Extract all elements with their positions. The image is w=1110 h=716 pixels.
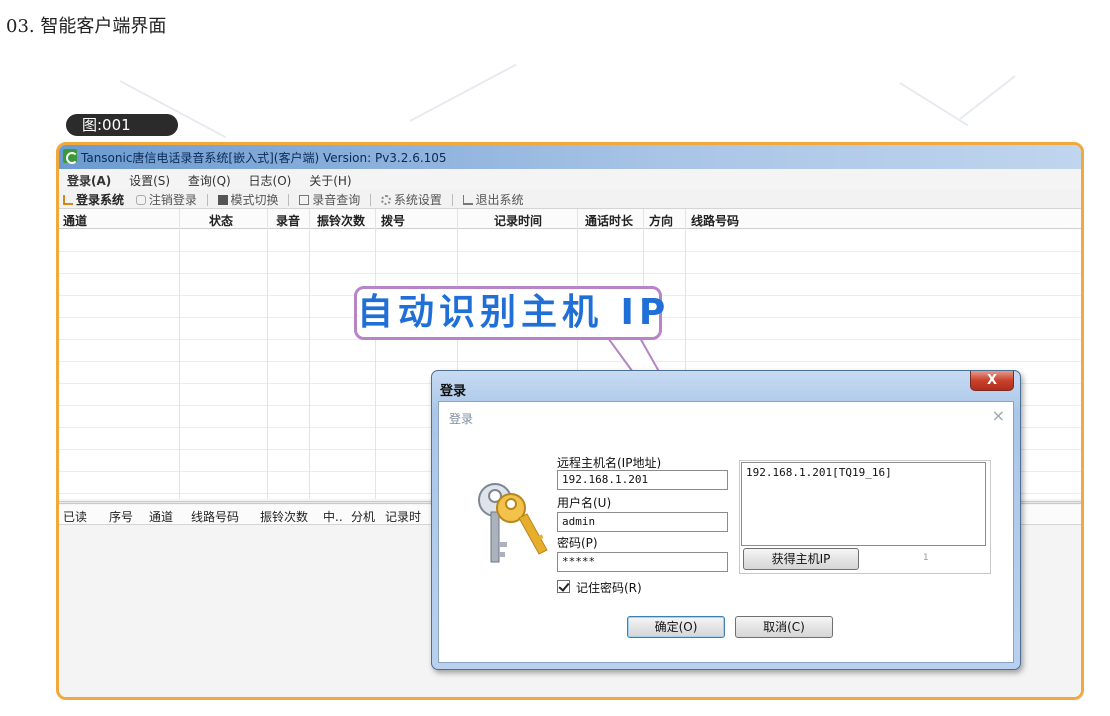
- host-input[interactable]: 192.168.1.201: [557, 470, 728, 490]
- host-label: 远程主机名(IP地址): [557, 456, 662, 470]
- remember-password-label: 记住密码(R): [576, 581, 642, 595]
- column-header[interactable]: 方向: [649, 212, 673, 229]
- remember-password-checkbox[interactable]: [557, 580, 570, 593]
- toolbar-exit-button[interactable]: 退出系统: [459, 189, 528, 208]
- login-icon: [63, 195, 73, 205]
- inner-title: 登录: [449, 412, 474, 426]
- toolbar: 登录系统 注销登录 模式切换 录音查询 系统设置 退出系统: [59, 189, 1081, 209]
- toolbar-query-label: 录音查询: [312, 193, 361, 207]
- menu-log[interactable]: 日志(O): [241, 169, 298, 189]
- get-host-ip-button[interactable]: 获得主机IP: [743, 548, 859, 570]
- dialog-title: 登录: [440, 384, 467, 399]
- column-header[interactable]: 线路号码: [691, 212, 739, 229]
- exit-icon: [462, 195, 473, 205]
- column-header[interactable]: 通话时长: [585, 212, 633, 229]
- channel-table-header: 通道 状态 录音 振铃次数 拨号 记录时间 通话时长 方向 线路号码: [59, 209, 1081, 229]
- toolbar-settings-label: 系统设置: [393, 193, 442, 207]
- page-heading: 03. 智能客户端界面: [6, 16, 167, 37]
- query-icon: [299, 195, 310, 205]
- host-list[interactable]: 192.168.1.201[TQ19_16]: [741, 462, 986, 546]
- column-divider: [179, 209, 180, 499]
- logout-icon: [135, 195, 146, 205]
- menu-about[interactable]: 关于(H): [301, 169, 357, 189]
- mode-icon: [217, 195, 228, 205]
- callout-bubble: 自动识别主机 IP: [354, 286, 665, 340]
- window-title: Tansonic唐信电话录音系统[嵌入式](客户端) Version: Pv3.…: [81, 151, 447, 165]
- menu-login[interactable]: 登录(A): [59, 169, 117, 189]
- column-header[interactable]: 振铃次数: [317, 212, 365, 229]
- column-header[interactable]: 通道: [63, 212, 87, 229]
- username-input[interactable]: admin: [557, 512, 728, 532]
- menu-settings[interactable]: 设置(S): [121, 169, 176, 189]
- page-number: 1: [923, 553, 929, 563]
- toolbar-login-button[interactable]: 登录系统: [59, 189, 128, 208]
- toolbar-logout-button[interactable]: 注销登录: [132, 189, 201, 208]
- column-divider: [267, 209, 268, 499]
- password-input[interactable]: *****: [557, 552, 728, 572]
- inner-close-icon[interactable]: ×: [992, 406, 1005, 425]
- column-header[interactable]: 线路号码: [191, 508, 239, 525]
- app-logo-icon: [63, 149, 78, 164]
- column-header[interactable]: 状态: [209, 212, 233, 229]
- toolbar-logout-label: 注销登录: [148, 193, 197, 207]
- column-header[interactable]: 中..: [323, 508, 343, 525]
- column-header[interactable]: 振铃次数: [260, 508, 308, 525]
- column-divider: [309, 209, 310, 499]
- column-header[interactable]: 拨号: [381, 212, 405, 229]
- login-dialog: 登录 X 登录 × 远程主机名(IP地址) 192.168.1.201 用户名(…: [431, 370, 1021, 670]
- menu-query[interactable]: 查询(Q): [180, 169, 237, 189]
- column-header[interactable]: 记录时间: [494, 212, 542, 229]
- column-header[interactable]: 记录时: [385, 508, 421, 525]
- toolbar-mode-button[interactable]: 模式切换: [214, 189, 283, 208]
- settings-icon: [380, 195, 391, 205]
- menu-bar: 登录(A) 设置(S) 查询(Q) 日志(O) 关于(H): [59, 169, 1081, 189]
- username-label: 用户名(U): [557, 496, 612, 510]
- column-header[interactable]: 分机: [351, 508, 375, 525]
- column-header[interactable]: 序号: [109, 508, 133, 525]
- toolbar-separator: [206, 194, 208, 206]
- dialog-content: 登录 × 远程主机名(IP地址) 192.168.1.201 用户名(U) ad…: [438, 401, 1014, 663]
- figure-label: 图:001: [66, 114, 178, 136]
- toolbar-separator: [288, 194, 290, 206]
- column-header[interactable]: 通道: [149, 508, 173, 525]
- cancel-button[interactable]: 取消(C): [735, 616, 833, 638]
- column-divider: [375, 209, 376, 499]
- keys-icon: [478, 483, 548, 563]
- dialog-close-button[interactable]: X: [970, 371, 1014, 391]
- title-bar: Tansonic唐信电话录音系统[嵌入式](客户端) Version: Pv3.…: [59, 145, 1081, 169]
- host-list-item[interactable]: 192.168.1.201[TQ19_16]: [746, 466, 981, 479]
- toolbar-mode-label: 模式切换: [230, 193, 279, 207]
- toolbar-settings-button[interactable]: 系统设置: [377, 189, 446, 208]
- toolbar-separator: [451, 194, 453, 206]
- decorative-backdrop: [80, 60, 1080, 150]
- toolbar-separator: [370, 194, 372, 206]
- column-header[interactable]: 已读: [63, 508, 87, 525]
- toolbar-query-button[interactable]: 录音查询: [295, 189, 364, 208]
- password-label: 密码(P): [557, 536, 598, 550]
- toolbar-login-label: 登录系统: [76, 193, 125, 207]
- toolbar-exit-label: 退出系统: [475, 193, 524, 207]
- ok-button[interactable]: 确定(O): [627, 616, 725, 638]
- column-header[interactable]: 录音: [276, 212, 300, 229]
